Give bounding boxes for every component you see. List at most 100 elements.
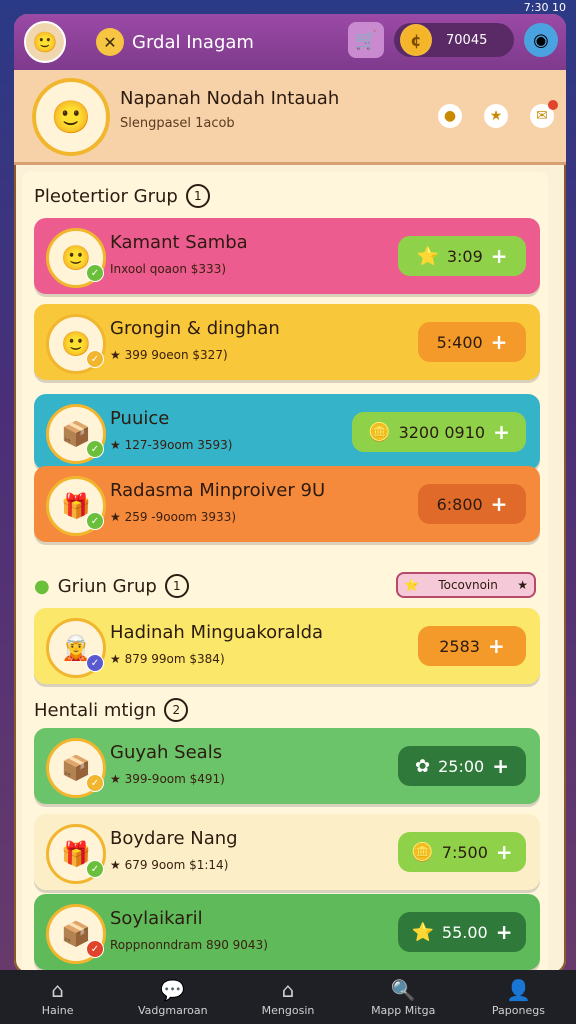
item-name: Guyah Seals	[110, 742, 223, 763]
list-item[interactable]: 📦 ✓ Puuice ★ 127-39oom 3593) 🪙 3200 0910…	[34, 394, 540, 470]
buy-button[interactable]: 🪙 3200 0910 +	[352, 412, 526, 452]
filter-tag[interactable]: ⭐ Tocovnoin ★	[396, 572, 536, 598]
coin-balance[interactable]: ¢ 70045	[394, 23, 514, 57]
plus-icon: +	[490, 492, 508, 516]
section-title-1: Pleotertior Grup 1	[34, 184, 210, 208]
nav-label: Mapp Mitga	[371, 1003, 436, 1017]
tag-label: Tocovnoin	[438, 578, 498, 592]
house-icon: ⌂	[281, 977, 295, 1002]
item-name: Grongin & dinghan	[110, 318, 280, 339]
check-icon: ✓	[86, 440, 104, 458]
coin-icon: 🪙	[368, 421, 391, 443]
check-icon: ✓	[86, 654, 104, 672]
star-icon: ⭐	[411, 921, 434, 943]
star-icon: ⭐	[416, 245, 439, 267]
chat-icon: 💬	[160, 977, 186, 1002]
item-name: Soylaikaril	[110, 908, 203, 929]
check-icon: ✓	[86, 264, 104, 282]
leaf-icon: ●	[34, 575, 50, 597]
notification-icon[interactable]: ✉	[530, 100, 558, 128]
buy-button[interactable]: 6:800 +	[418, 484, 526, 524]
nav-label: Mengosin	[261, 1003, 315, 1017]
avatar-icon[interactable]: 🙂	[24, 21, 66, 63]
section-count: 1	[185, 184, 210, 208]
item-sub: Inxool qoaon $333)	[110, 262, 227, 276]
check-icon: ✓	[86, 350, 104, 368]
profile-header: 🙂 Napanah Nodah Intauah Slengpasel 1acob…	[14, 70, 566, 165]
coin-icon: ¢	[400, 24, 432, 56]
buy-button[interactable]: ⭐ 55.00 +	[398, 912, 526, 952]
item-sub: Roppnonndram 890 9043)	[110, 938, 268, 952]
section-label: Hentali mtign	[34, 699, 157, 721]
item-name: Hadinah Minguakoralda	[110, 622, 324, 643]
close-icon[interactable]: ✕	[96, 28, 124, 56]
price-value: 7:500	[441, 842, 488, 862]
nav-profile[interactable]: 👤 Paponegs	[461, 970, 576, 1024]
list-item[interactable]: 📦 ✓ Soylaikaril Roppnonndram 890 9043) ⭐…	[34, 894, 540, 970]
item-name: Kamant Samba	[110, 232, 248, 253]
item-sub: ★ 879 99om $384)	[110, 652, 225, 666]
item-sub: ★ 399 9oeon $327)	[110, 348, 228, 362]
main-panel: 🙂 ✕ Grdal Inagam 🛒 ¢ 70045 ◉ 🙂 Napanah N…	[14, 14, 566, 974]
price-value: 6:800	[436, 494, 483, 514]
section-title-2: ● Griun Grup 1	[34, 574, 189, 598]
item-sub: ★ 399-9oom $491)	[110, 772, 225, 786]
nav-label: Haine	[41, 1003, 74, 1017]
search-icon: 🔍	[390, 977, 416, 1002]
list-item[interactable]: 🎁 ✓ Boydare Nang ★ 679 9oom $1:14) 🪙 7:5…	[34, 814, 540, 890]
buy-button[interactable]: ⭐ 3:09 +	[398, 236, 526, 276]
profile-name: Napanah Nodah Intauah	[120, 88, 340, 109]
home-icon: ⌂	[51, 977, 64, 1002]
check-icon: ✓	[86, 860, 104, 878]
nav-home[interactable]: ⌂ Haine	[0, 970, 115, 1024]
paw-icon: ✿	[415, 755, 431, 777]
nav-search[interactable]: 🔍 Mapp Mitga	[346, 970, 461, 1024]
buy-button[interactable]: 2583 +	[418, 626, 526, 666]
group-list: Pleotertior Grup 1 🙂 ✓ Kamant Samba Inxo…	[22, 172, 548, 972]
plus-icon: +	[493, 420, 510, 444]
price-value: 5:400	[436, 332, 483, 352]
plus-icon: +	[492, 754, 509, 778]
bottom-nav: ⌂ Haine 💬 Vadgmaroan ⌂ Mengosin 🔍 Mapp M…	[0, 970, 576, 1024]
notification-dot	[548, 100, 558, 110]
list-item[interactable]: 🧝 ✓ Hadinah Minguakoralda ★ 879 99om $38…	[34, 608, 540, 684]
price-value: 2583	[439, 636, 480, 656]
section-label: Pleotertior Grup	[34, 185, 178, 207]
list-item[interactable]: 🙂 ✓ Grongin & dinghan ★ 399 9oeon $327) …	[34, 304, 540, 380]
plus-icon: +	[490, 330, 508, 354]
item-name: Puuice	[110, 408, 170, 429]
check-icon: ✓	[86, 774, 104, 792]
list-item[interactable]: 📦 ✓ Guyah Seals ★ 399-9oom $491) ✿ 25:00…	[34, 728, 540, 804]
plus-icon: +	[495, 840, 513, 864]
item-sub: ★ 679 9oom $1:14)	[110, 858, 229, 872]
price-value: 55.00	[441, 922, 488, 942]
shop-icon[interactable]: 🛒	[348, 22, 384, 58]
coin-icon: 🪙	[411, 841, 434, 863]
profile-subtitle: Slengpasel 1acob	[120, 116, 235, 131]
nav-chat[interactable]: 💬 Vadgmaroan	[115, 970, 230, 1024]
star-icon: ⭐	[404, 578, 419, 592]
profile-actions: ● ★ ✉	[438, 100, 558, 128]
section-count: 1	[164, 574, 189, 598]
profile-avatar[interactable]: 🙂	[32, 78, 110, 156]
list-item[interactable]: 🙂 ✓ Kamant Samba Inxool qoaon $333) ⭐ 3:…	[34, 218, 540, 294]
price-value: 3200 0910	[398, 422, 486, 442]
plus-icon: +	[490, 244, 508, 268]
price-value: 25:00	[438, 756, 485, 776]
section-count: 2	[164, 698, 189, 722]
star-icon[interactable]: ★	[484, 104, 508, 128]
item-name: Radasma Minproiver 9U	[110, 480, 326, 501]
buy-button[interactable]: ✿ 25:00 +	[398, 746, 526, 786]
buy-button[interactable]: 🪙 7:500 +	[398, 832, 526, 872]
buy-button[interactable]: 5:400 +	[418, 322, 526, 362]
list-item[interactable]: 🎁 ✓ Radasma Minproiver 9U ★ 259 -9ooom 3…	[34, 466, 540, 542]
star-icon: ★	[517, 578, 528, 592]
coin-icon[interactable]: ●	[438, 104, 462, 128]
item-sub: ★ 259 -9ooom 3933)	[110, 510, 237, 524]
top-actions: 🛒 ¢ 70045 ◉	[348, 22, 558, 58]
blue-character-icon[interactable]: ◉	[524, 23, 558, 57]
nav-house[interactable]: ⌂ Mengosin	[230, 970, 345, 1024]
nav-label: Vadgmaroan	[138, 1003, 208, 1017]
nav-label: Paponegs	[491, 1003, 545, 1017]
plus-icon: +	[495, 920, 513, 944]
